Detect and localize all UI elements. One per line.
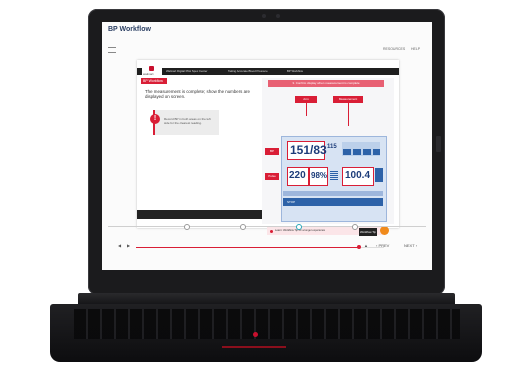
scrubber-progress [136, 247, 358, 248]
bullet-icon [270, 230, 273, 233]
section-tab: BP Workflow [141, 78, 167, 84]
slide-bottom-strip [137, 210, 262, 219]
reading-left: 220 [289, 170, 306, 181]
tip-callout: ! Record BP in both areas on the left si… [150, 110, 219, 135]
control-bar [283, 198, 383, 206]
reading-main: 151/83 [290, 143, 327, 157]
measurement-label[interactable]: Measurement [333, 96, 363, 103]
connector-line [306, 103, 307, 116]
keyboard [74, 309, 460, 339]
reading-right-box: 100.4 [342, 167, 374, 186]
instruction-text: The measurement is complete; show the nu… [145, 89, 250, 99]
play-icon[interactable]: ▶ [127, 243, 130, 248]
reading-pct: 98% [311, 171, 328, 180]
prev-button[interactable]: ‹ PREV [376, 243, 389, 248]
status-row [283, 191, 383, 196]
systolic-box: 151/83 [287, 141, 327, 160]
workflow-tip-button[interactable]: Workflow Tip [359, 228, 377, 236]
volume-icon[interactable]: ▲ [364, 243, 368, 248]
breadcrumb-3[interactable]: BP Workflow [287, 69, 303, 73]
reading-right: 100.4 [345, 170, 371, 181]
readout-segment [343, 149, 351, 155]
reading-left-box: 220 [287, 167, 309, 186]
rewind-icon[interactable]: ◀ [118, 243, 121, 248]
pulse-side-tab[interactable]: Pulse [265, 173, 279, 180]
help-link[interactable]: HELP [411, 47, 420, 51]
menu-icon[interactable] [108, 47, 116, 53]
timeline-marker[interactable] [240, 224, 246, 230]
logo-text: walmart [143, 72, 154, 76]
info-icon: ! [150, 114, 160, 124]
location-pin-icon[interactable] [380, 226, 389, 235]
trackpoint [253, 332, 258, 337]
lesson-slide: walmart Walmart Digital Pilot Spec Cente… [137, 60, 399, 236]
touchpad-button-accent [222, 346, 286, 348]
resources-link[interactable]: RESOURCES [383, 47, 405, 51]
sensor-icon [276, 14, 280, 18]
next-button[interactable]: NEXT › [404, 243, 417, 248]
arm-label[interactable]: Arm [295, 96, 317, 103]
logo-mark [149, 66, 154, 71]
screen: BP Workflow RESOURCES HELP walmart Walma… [102, 22, 432, 270]
tip-text: Record BP in both areas on the left side… [164, 117, 211, 125]
readout-segment [373, 149, 380, 155]
timeline [108, 226, 426, 227]
readout-segment [363, 149, 371, 155]
mode-label[interactable]: STOP [287, 200, 295, 204]
bp-side-tab[interactable]: BP [265, 148, 279, 155]
timeline-marker[interactable] [352, 224, 358, 230]
camera-icon [262, 14, 266, 18]
reading-map: 115 [327, 144, 337, 150]
timeline-marker[interactable] [184, 224, 190, 230]
signal-bars-icon [330, 171, 338, 181]
reading-pct-box: 98% [309, 167, 328, 186]
scrubber-handle[interactable] [357, 245, 361, 249]
app-title: BP Workflow [108, 26, 151, 33]
side-button [436, 136, 441, 152]
readout-segment [353, 149, 361, 155]
breadcrumb-2[interactable]: Taking Accurate Blood Pressure [228, 69, 268, 73]
next-label: NEXT [404, 243, 415, 248]
timeline-marker-current[interactable] [296, 224, 302, 230]
readout-side-block [375, 168, 383, 182]
connector-line [348, 103, 349, 126]
prev-label: PREV [378, 243, 390, 248]
step-banner: 3. Confirm display when measurement is c… [268, 80, 384, 87]
walmart-logo: walmart [142, 65, 162, 77]
breadcrumb-1[interactable]: Walmart Digital Pilot Spec Center [166, 69, 207, 73]
